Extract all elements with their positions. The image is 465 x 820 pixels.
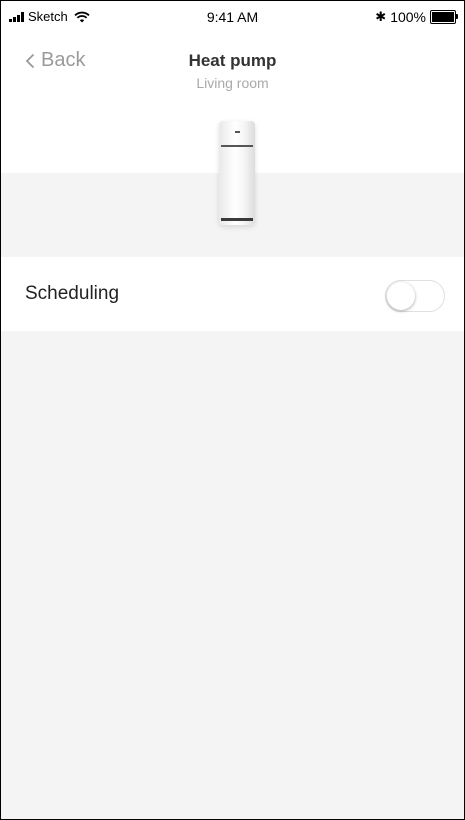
status-right: ✱ 100% — [375, 9, 458, 25]
scheduling-toggle[interactable] — [385, 280, 445, 312]
scheduling-row: Scheduling — [1, 257, 464, 331]
page-subtitle: Living room — [196, 75, 269, 91]
battery-percent: 100% — [390, 9, 426, 25]
app-screen: Sketch 9:41 AM ✱ 100% Back Heat pump Liv… — [0, 0, 465, 820]
toggle-knob — [387, 282, 415, 310]
page-title: Heat pump — [188, 51, 277, 70]
bluetooth-icon: ✱ — [375, 9, 387, 24]
heat-pump-image — [219, 121, 255, 225]
status-bar: Sketch 9:41 AM ✱ 100% — [1, 1, 464, 31]
battery-icon — [430, 10, 458, 24]
scheduling-label: Scheduling — [25, 283, 120, 304]
